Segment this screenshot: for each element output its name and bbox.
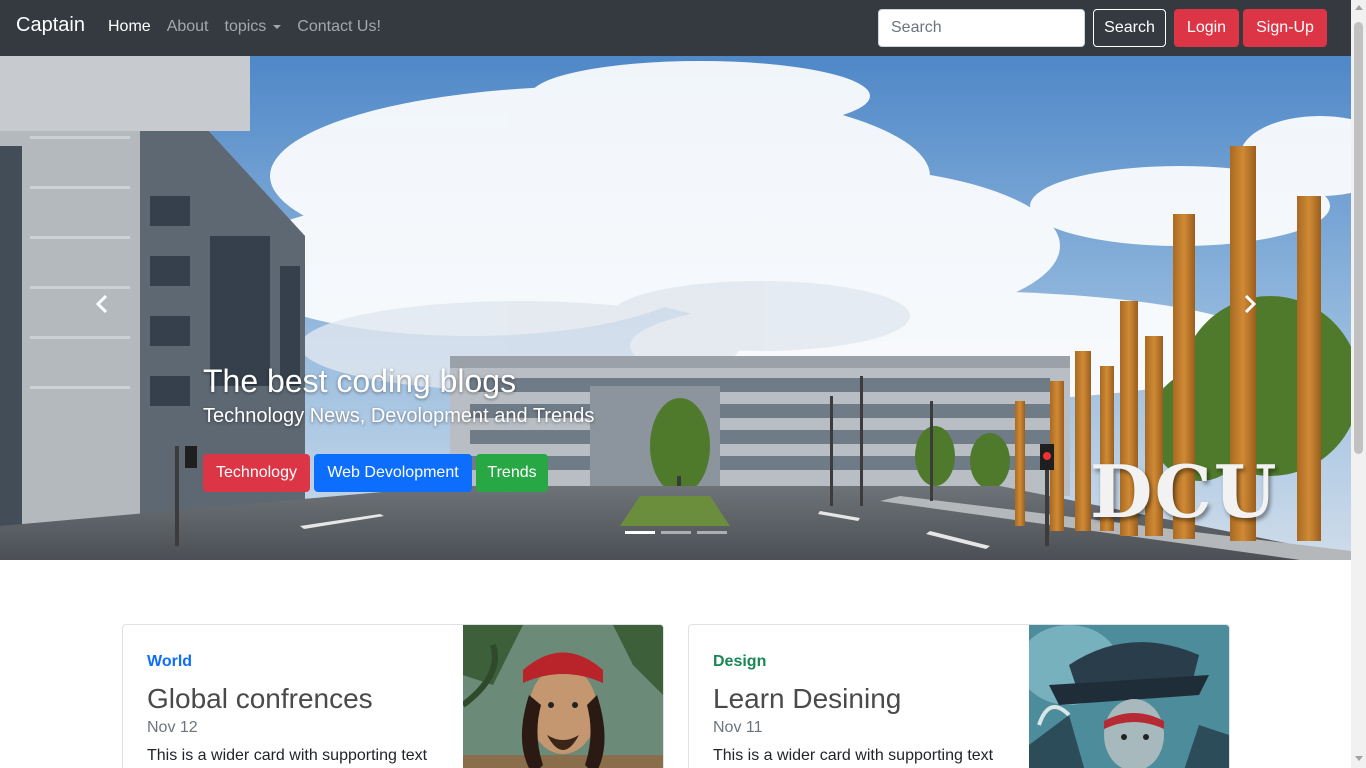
carousel-next-button[interactable]: [1234, 288, 1266, 320]
carousel-caption: The best coding blogs Technology News, D…: [203, 362, 595, 492]
nav-topics-dropdown[interactable]: topics: [225, 18, 282, 36]
nav-about[interactable]: About: [167, 18, 209, 36]
search-input[interactable]: [878, 9, 1085, 47]
blog-card: World Global confrences Nov 12 This is a…: [122, 624, 664, 768]
card-title: Learn Desining: [713, 683, 902, 714]
dcu-sign: DCU: [1090, 449, 1279, 534]
card-category: World: [147, 653, 193, 670]
card-date: Nov 11: [713, 719, 763, 736]
nav-links: Home About topics Contact Us!: [108, 18, 397, 36]
trends-button[interactable]: Trends: [476, 454, 548, 492]
nav-topics-label: topics: [224, 18, 267, 35]
login-button[interactable]: Login: [1174, 9, 1239, 47]
card-category: Design: [713, 653, 767, 670]
card-text: This is a wider card with supporting tex…: [147, 747, 428, 764]
card-pirate-art-image: [1029, 625, 1229, 768]
chevron-left-icon: [95, 294, 108, 314]
carousel-indicator-3[interactable]: [697, 531, 727, 534]
nav-home[interactable]: Home: [108, 18, 151, 36]
page-scrollbar[interactable]: [1351, 0, 1366, 768]
signup-button[interactable]: Sign-Up: [1243, 9, 1327, 47]
carousel-indicator-1[interactable]: [625, 531, 655, 534]
carousel-indicators: [625, 531, 733, 534]
chevron-right-icon: [1244, 294, 1257, 314]
hero-subtitle: Technology News, Devolopment and Trends: [203, 405, 595, 427]
technology-button[interactable]: Technology: [203, 454, 310, 492]
card-date: Nov 12: [147, 719, 198, 736]
hero-buttons: Technology Web Devolopment Trends: [203, 454, 552, 492]
web-development-button[interactable]: Web Devolopment: [314, 454, 472, 492]
card-title: Global confrences: [147, 683, 373, 714]
hero-title: The best coding blogs: [203, 363, 517, 399]
scroll-down-arrow-icon[interactable]: [1355, 756, 1363, 761]
card-pirate-image: [463, 625, 663, 768]
carousel-prev-button[interactable]: [86, 288, 118, 320]
brand-logo[interactable]: Captain: [16, 14, 85, 37]
scrollbar-thumb[interactable]: [1354, 22, 1363, 454]
nav-contact[interactable]: Contact Us!: [297, 18, 381, 36]
search-button[interactable]: Search: [1093, 9, 1166, 47]
card-text: This is a wider card with supporting tex…: [713, 747, 994, 764]
carousel-indicator-2[interactable]: [661, 531, 691, 534]
navbar: Captain Home About topics Contact Us! Se…: [0, 0, 1351, 56]
hero-carousel: DCU The best coding blogs Technology New…: [0, 56, 1351, 560]
blog-card: Design Learn Desining Nov 11 This is a w…: [688, 624, 1230, 768]
scroll-up-arrow-icon[interactable]: [1355, 5, 1363, 10]
caret-down-icon: [273, 25, 282, 29]
